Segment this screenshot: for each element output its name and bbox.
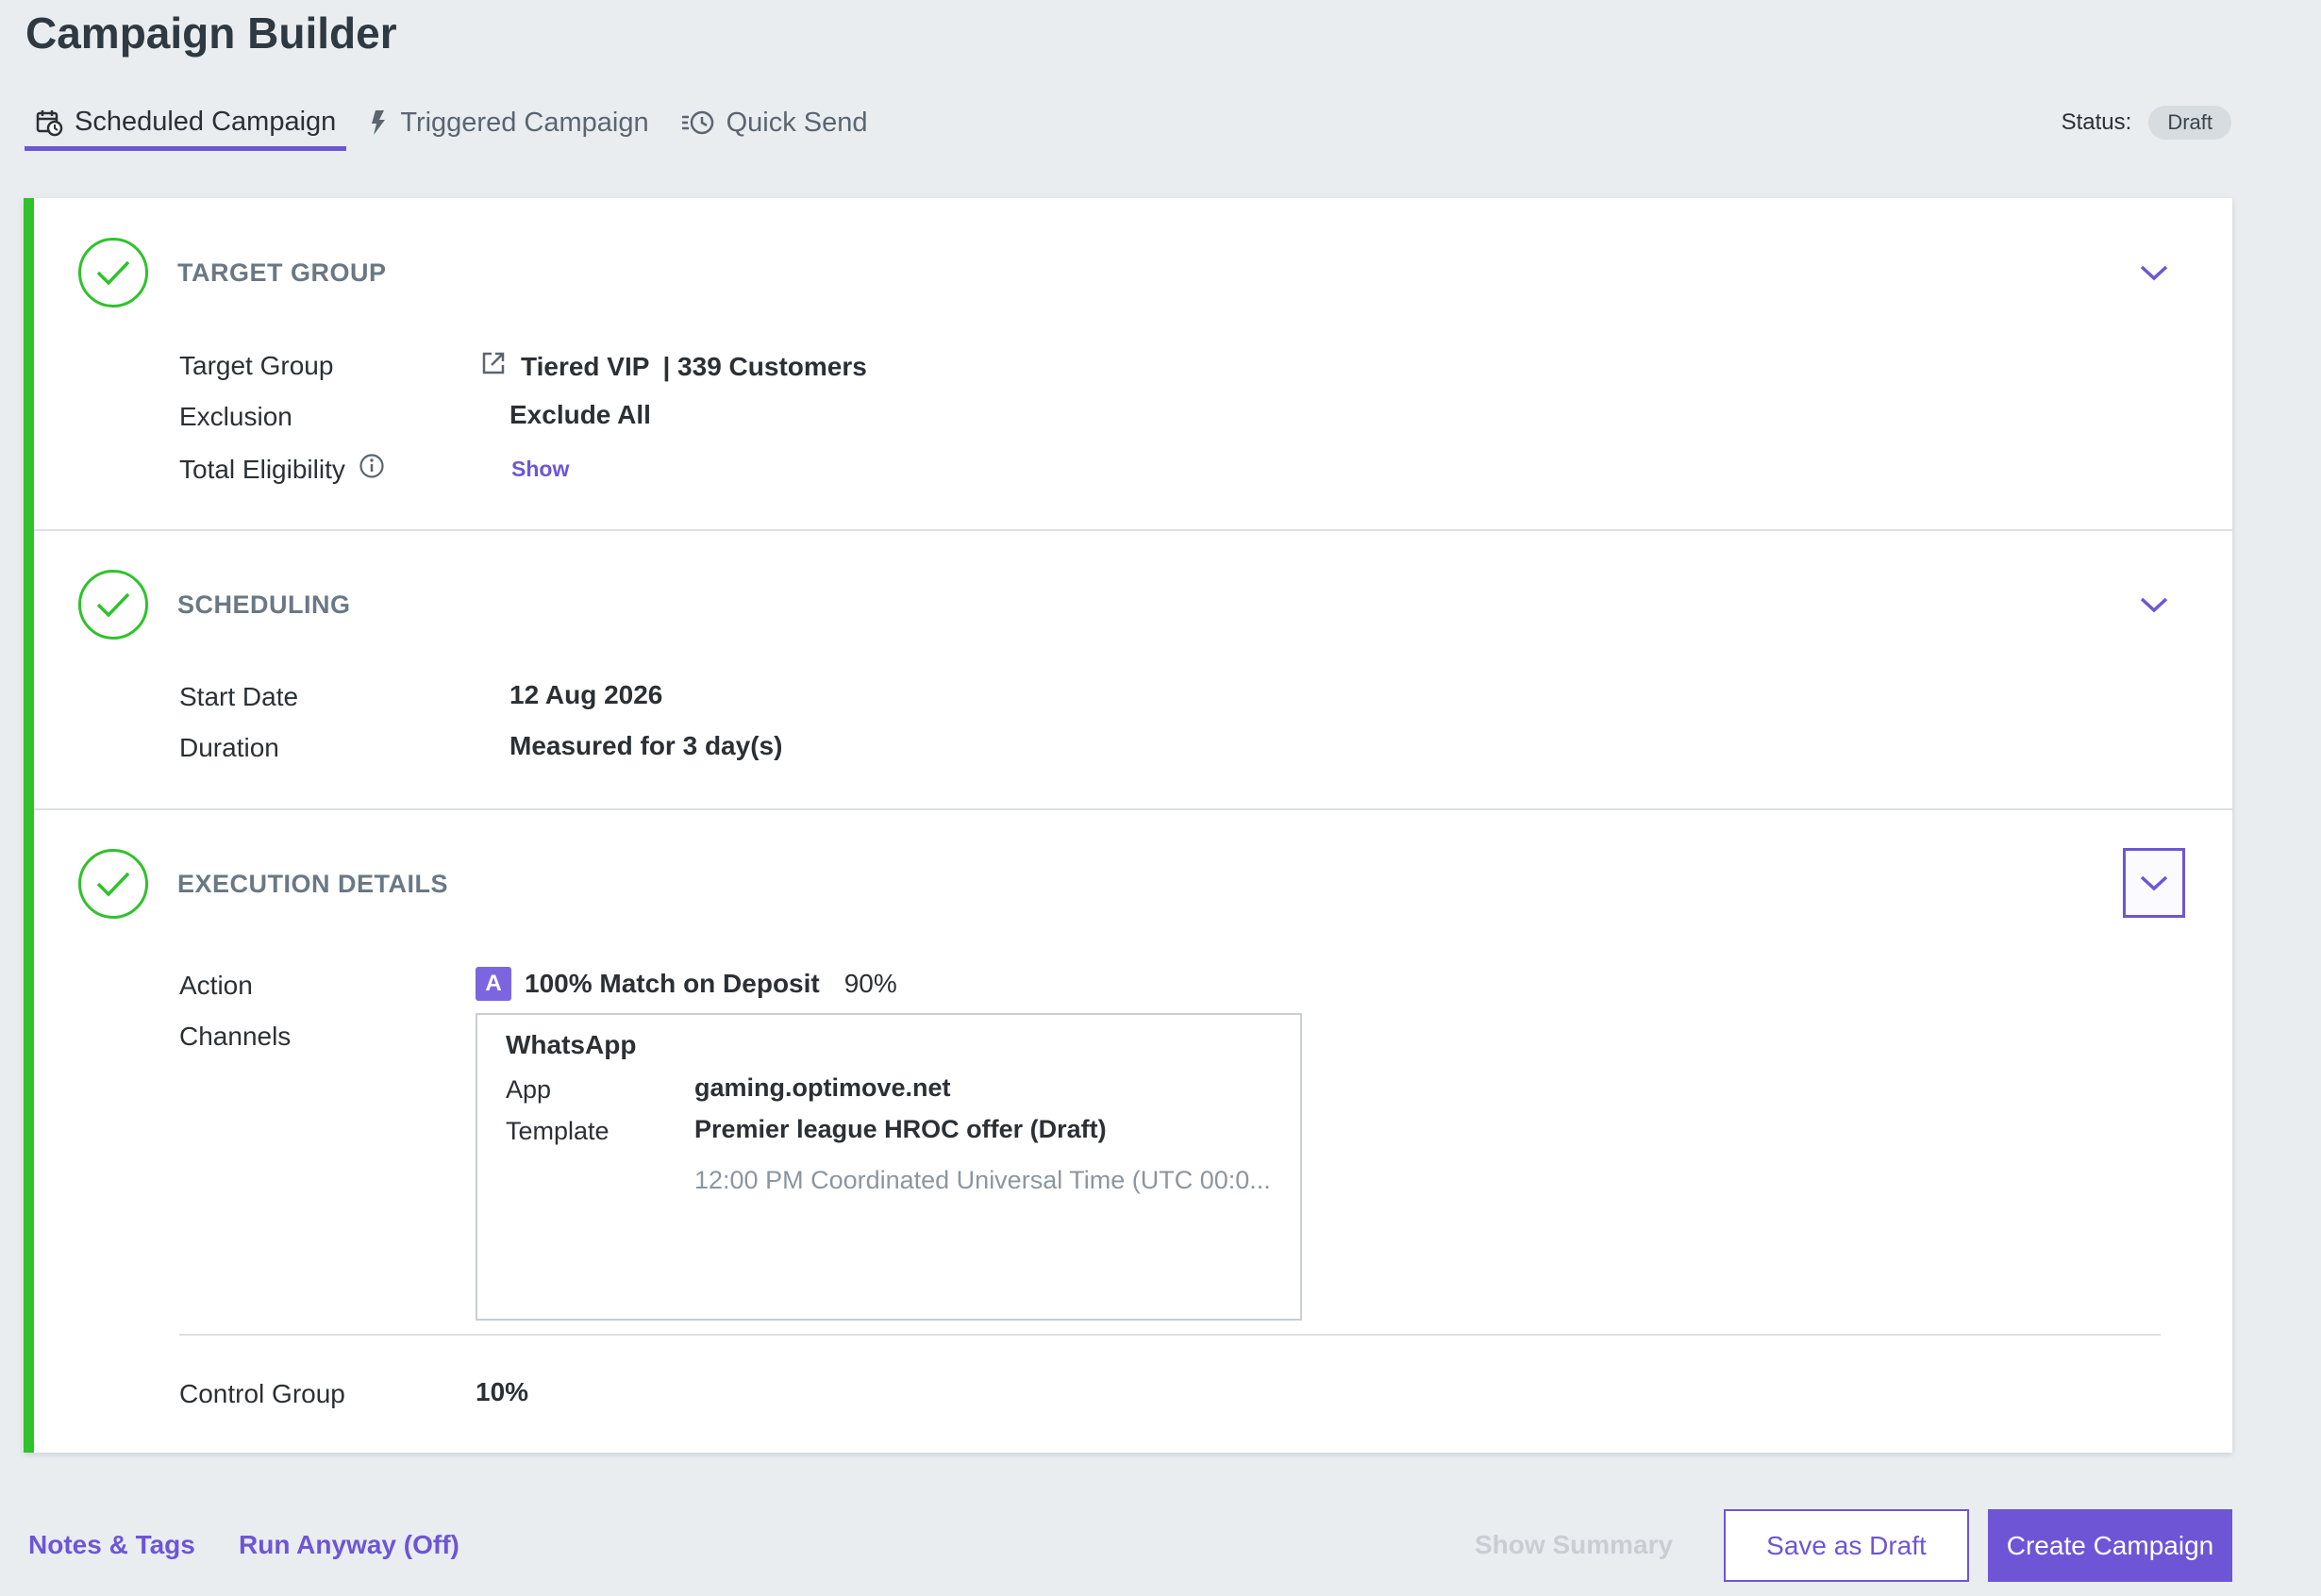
target-group-name: Tiered VIP [521, 351, 650, 381]
exclusion-label: Exclusion [179, 402, 292, 431]
show-summary-button[interactable]: Show Summary [1475, 1530, 1673, 1560]
target-group-value: Tiered VIP | 339 Customers [479, 349, 867, 384]
divider [179, 1334, 2161, 1336]
channel-details-box: WhatsApp App gaming.optimove.net Templat… [476, 1013, 1302, 1321]
expand-section-button[interactable] [2123, 238, 2185, 308]
notes-tags-link[interactable]: Notes & Tags [28, 1530, 195, 1560]
exclusion-value: Exclude All [509, 400, 651, 429]
page-title: Campaign Builder [25, 8, 397, 58]
total-eligibility-label: Total Eligibility [179, 453, 385, 486]
target-group-label: Target Group [179, 351, 334, 380]
send-time: 12:00 PM Coordinated Universal Time (UTC… [694, 1166, 1271, 1194]
run-anyway-toggle[interactable]: Run Anyway (Off) [239, 1530, 459, 1560]
fast-clock-icon [681, 108, 715, 137]
expand-section-button[interactable] [2123, 848, 2185, 918]
duration-value: Measured for 3 day(s) [509, 731, 783, 760]
action-percent: 90% [843, 969, 897, 998]
section-title: EXECUTION DETAILS [177, 870, 449, 898]
start-date-label: Start Date [179, 682, 299, 711]
section-title: SCHEDULING [177, 590, 351, 619]
tab-label: Scheduled Campaign [75, 107, 337, 137]
expand-section-button[interactable] [2123, 570, 2185, 640]
create-campaign-button[interactable]: Create Campaign [1988, 1509, 2232, 1582]
check-circle-icon [78, 849, 148, 919]
control-group-value: 10% [476, 1377, 529, 1406]
chevron-down-icon [2140, 265, 2168, 281]
tab-scheduled-campaign[interactable]: Scheduled Campaign [25, 98, 347, 151]
duration-label: Duration [179, 733, 279, 762]
tab-label: Quick Send [726, 107, 868, 138]
section-title: TARGET GROUP [177, 258, 387, 287]
campaign-builder-page: Campaign Builder Scheduled Campaign Trig… [0, 0, 2321, 1596]
action-value: A 100% Match on Deposit 90% [476, 967, 897, 1001]
tab-label: Triggered Campaign [400, 107, 649, 138]
external-link-icon[interactable] [479, 349, 508, 384]
chevron-down-icon [2140, 875, 2168, 891]
customer-count: | 339 Customers [662, 351, 867, 381]
template-label: Template [506, 1117, 609, 1145]
tab-quick-send[interactable]: Quick Send [671, 98, 878, 147]
info-icon[interactable] [359, 453, 385, 486]
channels-label: Channels [179, 1022, 292, 1051]
campaign-details-card: TARGET GROUP Target Group Tiered VIP | 3… [24, 198, 2232, 1453]
action-label: Action [179, 971, 253, 1000]
campaign-status: Status: Draft [2062, 106, 2231, 140]
status-badge: Draft [2148, 106, 2231, 140]
target-group-section: TARGET GROUP Target Group Tiered VIP | 3… [34, 198, 2232, 529]
campaign-type-tabs: Scheduled Campaign Triggered Campaign Qu… [25, 98, 890, 151]
chevron-down-icon [2140, 597, 2168, 613]
channel-name: WhatsApp [506, 1030, 637, 1059]
check-circle-icon [78, 570, 148, 640]
start-date-value: 12 Aug 2026 [509, 680, 663, 709]
lightning-icon [368, 108, 389, 137]
action-variant-badge: A [476, 967, 511, 1001]
label-text: Total Eligibility [179, 454, 345, 484]
check-circle-icon [78, 238, 148, 308]
tab-triggered-campaign[interactable]: Triggered Campaign [358, 98, 659, 147]
template-value: Premier league HROC offer (Draft) [694, 1115, 1107, 1143]
show-eligibility-link[interactable]: Show [511, 457, 569, 482]
status-label: Status: [2061, 109, 2132, 135]
action-name: 100% Match on Deposit [525, 969, 820, 998]
control-group-label: Control Group [179, 1379, 345, 1408]
app-label: App [506, 1075, 552, 1104]
scheduling-section: SCHEDULING Start Date 12 Aug 2026 Durati… [34, 529, 2232, 808]
save-draft-button[interactable]: Save as Draft [1724, 1509, 1969, 1582]
calendar-clock-icon [35, 108, 63, 137]
app-value: gaming.optimove.net [694, 1073, 951, 1102]
